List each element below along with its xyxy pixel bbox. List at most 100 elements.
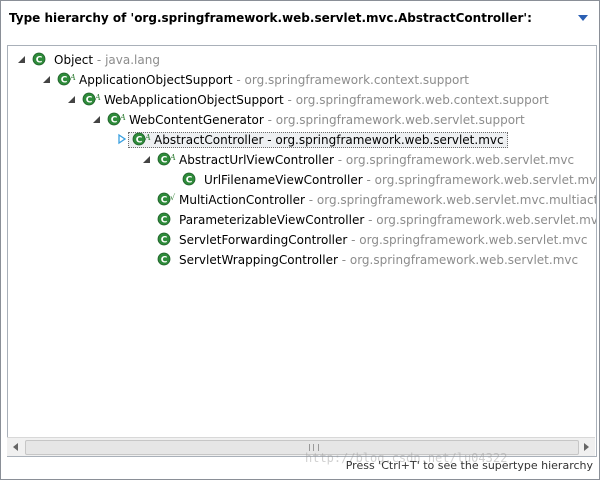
tree-item-label-box[interactable]: C A WebApplicationObjectSupport - org.spri… xyxy=(82,91,549,107)
class-name: ServletForwardingController xyxy=(179,233,348,247)
class-icon: C xyxy=(32,51,48,67)
tree-item[interactable]: C ParameterizableViewController - org.spr… xyxy=(141,210,596,230)
scroll-left-icon[interactable] xyxy=(7,438,25,456)
class-icon: CA xyxy=(57,71,76,87)
class-icon: C √ xyxy=(157,191,176,207)
tree-item-label-box[interactable]: C A AbstractController - org.springframewo… xyxy=(128,132,508,148)
class-icon: C xyxy=(157,231,173,247)
svg-text:C: C xyxy=(161,236,168,246)
separator: - xyxy=(232,73,245,87)
svg-text:C: C xyxy=(136,136,143,146)
class-name: ParameterizableViewController xyxy=(179,213,365,227)
triangle-down-icon[interactable] xyxy=(577,13,589,23)
expanded-twisty-icon[interactable] xyxy=(141,153,153,165)
class-name: Object xyxy=(54,53,94,67)
svg-text:C: C xyxy=(186,176,193,186)
package-name: org.springframework.web.servlet.mvc xyxy=(374,173,597,187)
package-name: org.springframework.web.servlet.mvc xyxy=(345,153,575,167)
tree-item-label-box[interactable]: C UrlFilenameViewController - org.springf… xyxy=(182,171,597,187)
modifier-badge: A xyxy=(70,73,76,82)
tree-item-label-box[interactable]: C Object - java.lang xyxy=(32,51,160,67)
class-icon: C xyxy=(182,171,198,187)
expanded-twisty-icon[interactable] xyxy=(91,113,103,125)
package-name: org.springframework.web.context.support xyxy=(295,93,549,107)
tree-item-label-box[interactable]: C ServletForwardingController - org.sprin… xyxy=(157,231,588,247)
svg-text:C: C xyxy=(111,116,118,126)
class-icon: CA xyxy=(132,131,151,147)
class-name: UrlFilenameViewController xyxy=(204,173,363,187)
class-name: WebContentGenerator xyxy=(129,113,264,127)
hierarchy-tree[interactable]: C Object - java.lang C A ApplicationObjectSu… xyxy=(7,45,597,457)
separator: - xyxy=(337,253,350,267)
tree-item[interactable]: C ServletWrappingController - org.springf… xyxy=(141,250,578,270)
package-name: org.springframework.web.servlet.support xyxy=(275,113,525,127)
twisty-spacer xyxy=(141,233,153,245)
twisty-spacer xyxy=(141,253,153,265)
tree-item[interactable]: C A ApplicationObjectSupport - org.springf… xyxy=(41,70,469,90)
tree-item-label-box[interactable]: C ServletWrappingController - org.springf… xyxy=(157,251,579,267)
scroll-right-icon[interactable] xyxy=(577,438,595,456)
tree-item-label-box[interactable]: C A AbstractUrlViewController - org.spring… xyxy=(157,151,575,167)
class-name: MultiActionController xyxy=(179,193,305,207)
collapsed-twisty-icon[interactable] xyxy=(116,133,128,145)
twisty-spacer xyxy=(141,213,153,225)
separator: - xyxy=(304,193,317,207)
class-icon: CA xyxy=(107,111,126,127)
tree-item[interactable]: C UrlFilenameViewController - org.springf… xyxy=(166,170,597,190)
class-icon: C xyxy=(157,251,173,267)
class-name: AbstractController xyxy=(154,133,264,147)
tree-item[interactable]: C A WebApplicationObjectSupport - org.spri… xyxy=(66,90,549,110)
tree-item-label-box[interactable]: C A WebContentGenerator - org.springframew… xyxy=(107,111,525,127)
expanded-twisty-icon[interactable] xyxy=(66,93,78,105)
class-icon: CA xyxy=(157,151,176,167)
separator: - xyxy=(93,53,106,67)
tree-item[interactable]: C A WebContentGenerator - org.springframew… xyxy=(91,110,525,130)
svg-text:C: C xyxy=(36,56,43,66)
separator: - xyxy=(263,113,276,127)
tree-item[interactable]: C √ MultiActionController - org.springfram… xyxy=(141,190,597,210)
svg-text:C: C xyxy=(86,96,93,106)
popup-header: Type hierarchy of 'org.springframework.w… xyxy=(1,1,599,37)
tree-item-label-box[interactable]: C ParameterizableViewController - org.spr… xyxy=(157,211,596,227)
separator: - xyxy=(362,173,375,187)
tree-item-label-box[interactable]: C A ApplicationObjectSupport - org.springf… xyxy=(57,71,469,87)
svg-text:C: C xyxy=(61,76,68,86)
expanded-twisty-icon[interactable] xyxy=(41,73,53,85)
svg-text:C: C xyxy=(161,156,168,166)
twisty-spacer xyxy=(166,173,178,185)
class-name: ApplicationObjectSupport xyxy=(79,73,233,87)
package-name: org.springframework.web.servlet.mvc xyxy=(359,233,588,247)
package-name: org.springframework.web.servlet.mvc.mult… xyxy=(316,193,597,207)
type-hierarchy-popup: Type hierarchy of 'org.springframework.w… xyxy=(0,0,600,480)
tree-item[interactable]: C Object - java.lang xyxy=(16,50,160,70)
svg-text:C: C xyxy=(161,216,168,226)
status-hint: Press 'Ctrl+T' to see the supertype hier… xyxy=(345,459,593,472)
expanded-twisty-icon[interactable] xyxy=(16,53,28,65)
modifier-badge: A xyxy=(170,153,176,162)
class-icon: C xyxy=(157,211,173,227)
package-name: org.springframework.web.servlet.mvc xyxy=(349,253,579,267)
modifier-badge: A xyxy=(120,113,126,122)
svg-text:C: C xyxy=(161,256,168,266)
tree-item[interactable]: C ServletForwardingController - org.sprin… xyxy=(141,230,588,250)
package-name: org.springframework.web.servlet.mvc xyxy=(275,133,504,147)
modifier-badge: A xyxy=(95,93,101,102)
class-name: ServletWrappingController xyxy=(179,253,338,267)
tree-item[interactable]: C A AbstractUrlViewController - org.spring… xyxy=(141,150,574,170)
separator: - xyxy=(283,93,296,107)
class-icon: CA xyxy=(82,91,101,107)
separator: - xyxy=(347,233,360,247)
separator: - xyxy=(364,213,377,227)
tree-item[interactable]: C A AbstractController - org.springframewo… xyxy=(116,130,508,150)
popup-title: Type hierarchy of 'org.springframework.w… xyxy=(9,11,532,25)
modifier-badge: √ xyxy=(170,193,176,202)
separator: - xyxy=(263,133,276,147)
modifier-badge: A xyxy=(145,133,151,142)
svg-text:C: C xyxy=(161,196,168,206)
twisty-spacer xyxy=(141,193,153,205)
tree-item-label-box[interactable]: C √ MultiActionController - org.springfram… xyxy=(157,191,597,207)
separator: - xyxy=(333,153,346,167)
package-name: java.lang xyxy=(105,53,160,67)
class-name: WebApplicationObjectSupport xyxy=(104,93,284,107)
package-name: org.springframework.context.support xyxy=(244,73,469,87)
